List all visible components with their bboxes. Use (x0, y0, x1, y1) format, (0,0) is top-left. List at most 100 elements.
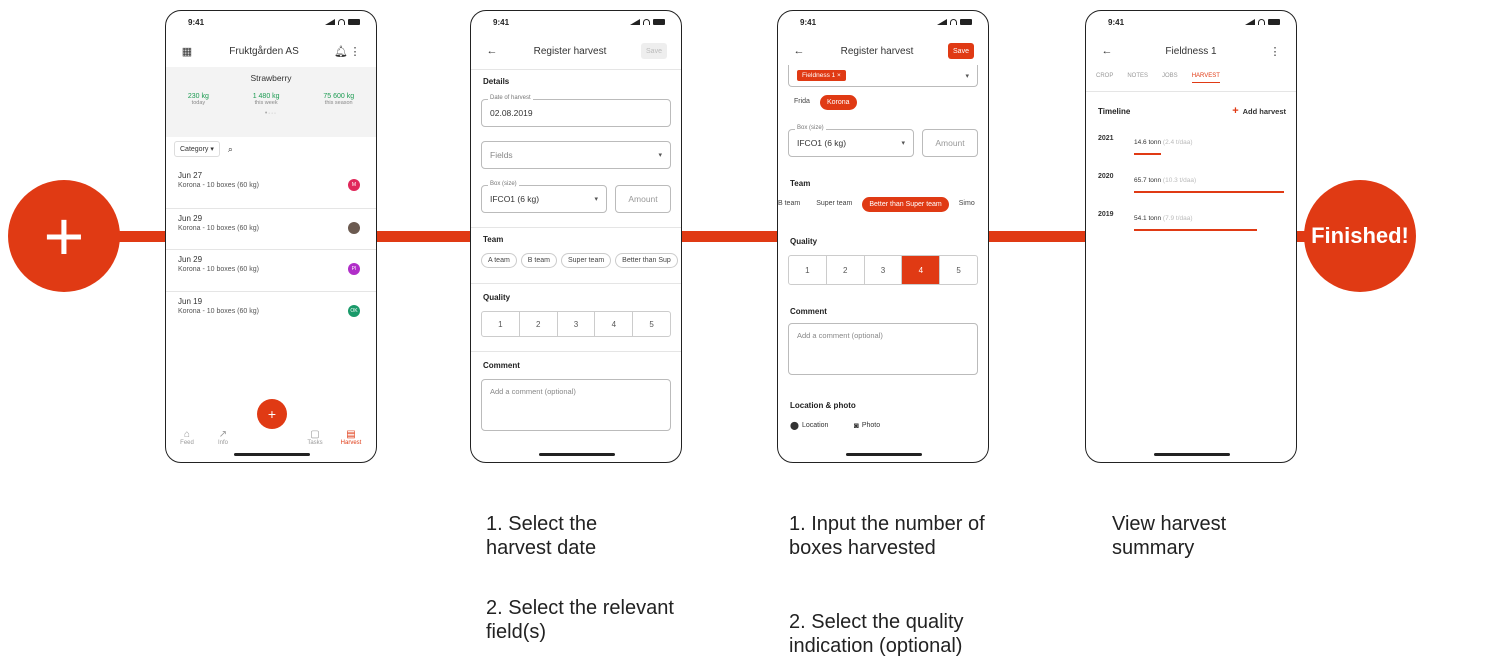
nav-tasks[interactable]: ▢ Tasks (302, 429, 328, 446)
battery-icon (1268, 19, 1280, 25)
box-size-select[interactable]: Box (size) IFCO1 (6 kg) ▾ (481, 181, 607, 213)
amount-input[interactable]: Amount (615, 185, 671, 213)
variety-chip[interactable]: Frida (788, 95, 816, 110)
quality-option[interactable]: 1 (789, 256, 827, 284)
team-chip[interactable]: B team (778, 197, 806, 212)
more-vertical-icon[interactable]: ⋮ (1268, 45, 1282, 58)
flow-line (988, 231, 1086, 242)
quality-option[interactable]: 2 (827, 256, 865, 284)
divider (166, 208, 376, 209)
caption-step1-fields: 2. Select the relevant field(s) (486, 597, 674, 643)
status-bar: 9:41 (471, 11, 681, 33)
back-arrow-icon[interactable]: ← (1100, 45, 1114, 57)
team-chip[interactable]: A team (481, 253, 517, 268)
app-bar: ← Fieldness 1 ⋮ (1086, 39, 1296, 63)
divider (166, 291, 376, 292)
battery-icon (653, 19, 665, 25)
fields-select[interactable]: Fields ▾ (481, 141, 671, 169)
team-chip[interactable]: Super team (810, 197, 858, 212)
section-team: Team (483, 235, 504, 244)
tab-crop[interactable]: CROP (1096, 73, 1113, 83)
timeline-heading: Timeline (1098, 107, 1131, 116)
list-item[interactable]: Jun 29 Korona - 10 boxes (60 kg) (178, 214, 364, 244)
quality-option[interactable]: 1 (482, 312, 520, 336)
quality-option[interactable]: 4 (902, 256, 941, 284)
comment-input[interactable]: Add a comment (optional) (481, 379, 671, 431)
section-team: Team (790, 179, 811, 188)
stats-panel: Strawberry 230 kg today 1 480 kg this week… (166, 67, 376, 137)
divider (471, 351, 681, 352)
divider (166, 249, 376, 250)
quality-option[interactable]: 3 (558, 312, 596, 336)
search-icon[interactable]: ⌕ (228, 144, 233, 155)
list-item[interactable]: Jun 29 Korona - 10 boxes (60 kg) PI (178, 255, 364, 285)
crop-name: Strawberry (250, 73, 292, 83)
section-comment: Comment (483, 361, 520, 370)
harvest-date-field[interactable]: Date of harvest 02.08.2019 (481, 95, 671, 127)
more-vertical-icon[interactable]: ⋮ (348, 45, 362, 58)
harvest-bar (1134, 153, 1161, 155)
list-item[interactable]: Jun 19 Korona - 10 boxes (60 kg) OK (178, 297, 364, 327)
quality-option[interactable]: 4 (595, 312, 634, 336)
grid-menu-icon[interactable]: ▦ (180, 45, 194, 58)
quality-option[interactable]: 2 (520, 312, 558, 336)
variety-chip[interactable]: Korona (819, 95, 857, 110)
back-arrow-icon[interactable]: ← (792, 45, 806, 57)
save-button[interactable]: Save (948, 43, 974, 59)
nav-harvest[interactable]: ▤ Harvest (338, 429, 364, 446)
variety-chips: Frida Korona (788, 95, 857, 110)
timeline-row[interactable]: 2020 65.7 tonn (10.3 t/daa) (1098, 171, 1286, 193)
photo-button[interactable]: ◙ Photo (854, 421, 880, 430)
quality-option[interactable]: 3 (865, 256, 903, 284)
team-chip[interactable]: Simo (953, 197, 981, 212)
nav-info[interactable]: ↗ Info (210, 429, 236, 446)
quality-option[interactable]: 5 (940, 256, 977, 284)
status-time: 9:41 (1108, 17, 1125, 27)
caption-step2-boxes: 1. Input the number of boxes harvested (789, 513, 985, 559)
avatar: PI (348, 263, 360, 275)
field-tag[interactable]: Fieldness 1 × (797, 70, 846, 81)
save-button[interactable]: Save (641, 43, 667, 59)
plus-icon: + (1232, 105, 1239, 117)
nav-feed[interactable]: ⌂ Feed (174, 429, 200, 446)
harvest-box-icon: ▤ (346, 429, 356, 440)
add-fab[interactable]: + (257, 399, 287, 429)
chart-icon: ↗ (218, 429, 228, 440)
stat-season: 75 600 kg this season (323, 93, 355, 106)
bell-icon[interactable]: 🔔︎ (334, 45, 348, 58)
app-bar: ▦ Fruktgården AS 🔔︎ ⋮ (166, 39, 376, 63)
team-chip[interactable]: Better than Super team (862, 197, 949, 212)
fields-select[interactable]: Fieldness 1 × ▾ (788, 65, 978, 87)
box-size-select[interactable]: Box (size) IFCO1 (6 kg) ▾ (788, 125, 914, 157)
phone-screen-register-harvest-filled: 9:41 ← Register harvest Save Fieldness 1… (777, 10, 989, 463)
tab-jobs[interactable]: JOBS (1162, 73, 1178, 83)
team-chip[interactable]: Super team (560, 253, 612, 268)
add-harvest-button[interactable]: + Add harvest (1232, 105, 1286, 117)
quality-option[interactable]: 5 (633, 312, 670, 336)
section-comment: Comment (790, 307, 827, 316)
category-dropdown[interactable]: Category ▾ (174, 141, 220, 157)
back-arrow-icon[interactable]: ← (485, 45, 499, 57)
section-details: Details (483, 77, 510, 86)
tasks-icon: ▢ (310, 429, 320, 440)
location-pin-icon: ⬤ (790, 421, 799, 430)
harvest-bar (1134, 191, 1284, 193)
section-quality: Quality (790, 237, 818, 246)
team-chip[interactable]: Better than Sup (615, 253, 678, 268)
flow-line (375, 231, 471, 242)
location-button[interactable]: ⬤ Location (790, 421, 828, 430)
page-title: Register harvest (840, 45, 914, 57)
timeline-row[interactable]: 2019 54.1 tonn (7.9 t/daa) (1098, 209, 1286, 231)
tab-harvest[interactable]: HARVEST (1191, 73, 1220, 83)
list-item[interactable]: Jun 27 Korona - 10 boxes (60 kg) M (178, 171, 364, 201)
caption-summary: View harvest summary (1112, 513, 1227, 559)
amount-input[interactable]: Amount (922, 129, 978, 157)
section-location-photo: Location & photo (790, 401, 856, 410)
feed-icon: ⌂ (183, 429, 191, 440)
home-indicator (846, 453, 922, 456)
stat-today: 230 kg today (187, 93, 209, 106)
team-chip[interactable]: B team (520, 253, 557, 268)
comment-input[interactable]: Add a comment (optional) (788, 323, 978, 375)
tab-notes[interactable]: NOTES (1127, 73, 1148, 83)
timeline-row[interactable]: 2021 14.6 tonn (2.4 t/daa) (1098, 133, 1286, 155)
